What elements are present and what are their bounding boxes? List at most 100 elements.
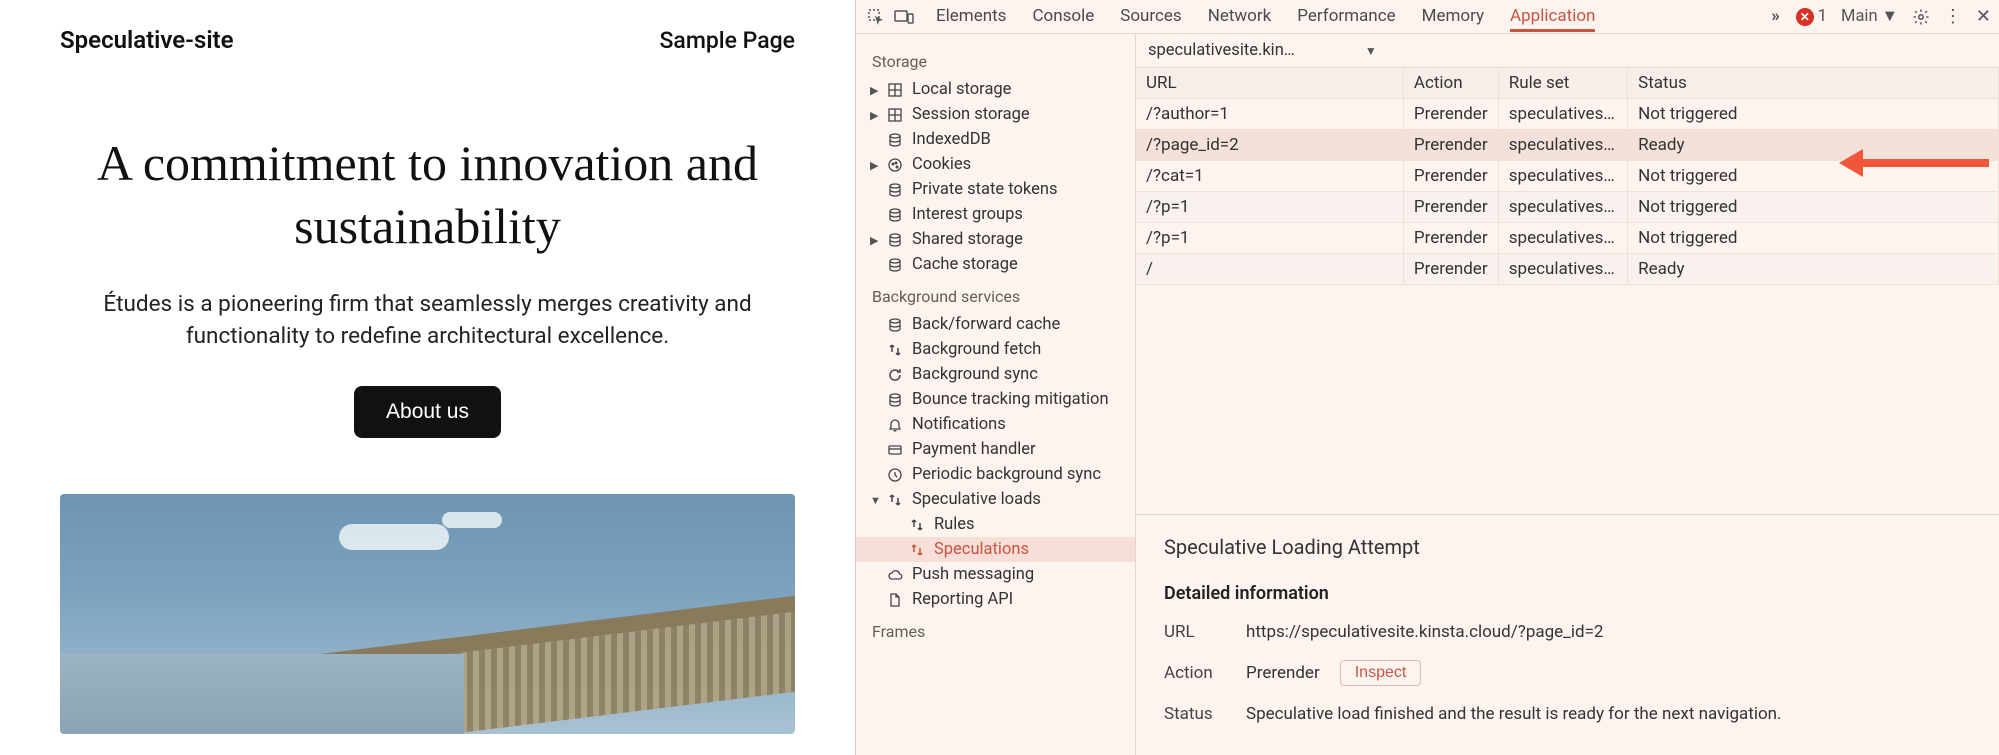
- detail-url-label: URL: [1164, 622, 1226, 642]
- swap-icon: [908, 542, 926, 558]
- table-row[interactable]: /?p=1Prerenderspeculativesite…Not trigge…: [1136, 223, 1999, 254]
- sidebar-item-label: Reporting API: [912, 590, 1013, 609]
- devtools-tab-console[interactable]: Console: [1032, 1, 1094, 32]
- table-cell-status: Not triggered: [1628, 161, 1999, 192]
- site-title[interactable]: Speculative-site: [60, 26, 234, 54]
- table-cell-url: /?p=1: [1136, 192, 1403, 223]
- devtools-toolbar-right: ✕ 1 Main ▼ ⋮ ✕: [1796, 6, 1991, 27]
- sidebar-item-label: Private state tokens: [912, 180, 1057, 199]
- sidebar-item-indexeddb[interactable]: IndexedDB: [856, 127, 1135, 152]
- db-icon: [886, 232, 904, 248]
- sidebar-item-label: Periodic background sync: [912, 465, 1101, 484]
- sidebar-item-background-sync[interactable]: Background sync: [856, 362, 1135, 387]
- sidebar-item-bounce-tracking-mitigation[interactable]: Bounce tracking mitigation: [856, 387, 1135, 412]
- devtools-tabbar: Elements Console Sources Network Performance…: [856, 0, 1999, 34]
- application-main: speculativesite.kin… ▼ URLActionRule set…: [1136, 34, 1999, 755]
- speculation-table-container: URLActionRule setStatus /?author=1Preren…: [1136, 68, 1999, 515]
- table-cell-status: Ready: [1628, 130, 1999, 161]
- sidebar-item-cookies[interactable]: ▶Cookies: [856, 152, 1135, 177]
- ruleset-dropdown[interactable]: speculativesite.kin…: [1148, 41, 1295, 60]
- nav-link-sample-page[interactable]: Sample Page: [660, 27, 796, 54]
- table-cell-url: /?page_id=2: [1136, 130, 1403, 161]
- table-header-url[interactable]: URL: [1136, 68, 1403, 99]
- grid-icon: [886, 107, 904, 123]
- sidebar-item-label: IndexedDB: [912, 130, 991, 149]
- sidebar-item-periodic-background-sync[interactable]: Periodic background sync: [856, 462, 1135, 487]
- sidebar-item-private-state-tokens[interactable]: Private state tokens: [856, 177, 1135, 202]
- sidebar-item-label: Rules: [934, 515, 975, 534]
- about-us-button[interactable]: About us: [354, 386, 501, 438]
- sidebar-item-label: Payment handler: [912, 440, 1036, 459]
- devtools-tab-sources[interactable]: Sources: [1120, 1, 1181, 32]
- settings-icon[interactable]: [1912, 8, 1930, 26]
- table-header-action[interactable]: Action: [1403, 68, 1498, 99]
- sidebar-item-payment-handler[interactable]: Payment handler: [856, 437, 1135, 462]
- sidebar-item-shared-storage[interactable]: ▶Shared storage: [856, 227, 1135, 252]
- cookie-icon: [886, 157, 904, 173]
- hero-section: A commitment to innovation and sustainab…: [0, 72, 855, 438]
- table-cell-action: Prerender: [1403, 223, 1498, 254]
- devtools-tab-network[interactable]: Network: [1208, 1, 1272, 32]
- sidebar-item-back-forward-cache[interactable]: Back/forward cache: [856, 312, 1135, 337]
- sidebar-item-local-storage[interactable]: ▶Local storage: [856, 77, 1135, 102]
- sidebar-item-session-storage[interactable]: ▶Session storage: [856, 102, 1135, 127]
- detail-action-value: Prerender: [1246, 663, 1320, 683]
- bell-icon: [886, 417, 904, 433]
- sidebar-item-reporting-api[interactable]: Reporting API: [856, 587, 1135, 612]
- devtools-tab-elements[interactable]: Elements: [936, 1, 1006, 32]
- chevron-down-icon: ▼: [1882, 7, 1898, 26]
- sidebar-item-label: Cache storage: [912, 255, 1018, 274]
- db-icon: [886, 182, 904, 198]
- detail-section-heading: Detailed information: [1164, 583, 1971, 604]
- more-tabs-icon[interactable]: »: [1771, 1, 1780, 32]
- inspect-button[interactable]: Inspect: [1340, 660, 1422, 686]
- table-cell-action: Prerender: [1403, 161, 1498, 192]
- hero-heading: A commitment to innovation and sustainab…: [60, 132, 795, 257]
- sidebar-item-speculative-loads[interactable]: ▼Speculative loads: [856, 487, 1135, 512]
- building-illustration: [60, 654, 464, 734]
- sidebar-item-notifications[interactable]: Notifications: [856, 412, 1135, 437]
- db-icon: [886, 132, 904, 148]
- grid-icon: [886, 82, 904, 98]
- table-row[interactable]: /Prerenderspeculativesite…Ready: [1136, 254, 1999, 285]
- detail-url-value: https://speculativesite.kinsta.cloud/?pa…: [1246, 622, 1603, 642]
- sidebar-item-background-fetch[interactable]: Background fetch: [856, 337, 1135, 362]
- errors-badge[interactable]: ✕ 1: [1796, 7, 1827, 26]
- table-row[interactable]: /?cat=1Prerenderspeculativesite…Not trig…: [1136, 161, 1999, 192]
- devtools-tab-list: Elements Console Sources Network Performance…: [936, 1, 1767, 32]
- frame-selector[interactable]: Main ▼: [1841, 7, 1898, 26]
- sidebar-item-rules[interactable]: Rules: [856, 512, 1135, 537]
- sidebar-item-label: Background fetch: [912, 340, 1041, 359]
- sidebar-item-cache-storage[interactable]: Cache storage: [856, 252, 1135, 277]
- sidebar-item-push-messaging[interactable]: Push messaging: [856, 562, 1135, 587]
- sync-icon: [886, 367, 904, 383]
- error-dot-icon: ✕: [1796, 8, 1814, 26]
- hero-subtitle: Études is a pioneering firm that seamles…: [78, 289, 778, 352]
- table-header-status[interactable]: Status: [1628, 68, 1999, 99]
- sidebar-item-speculations[interactable]: Speculations: [856, 537, 1135, 562]
- device-toolbar-icon[interactable]: [892, 5, 916, 29]
- devtools-tab-application[interactable]: Application: [1510, 1, 1595, 32]
- devtools-tab-performance[interactable]: Performance: [1297, 1, 1395, 32]
- detail-action-label: Action: [1164, 663, 1226, 683]
- swap-icon: [886, 342, 904, 358]
- sidebar-item-interest-groups[interactable]: Interest groups: [856, 202, 1135, 227]
- devtools-tab-memory[interactable]: Memory: [1422, 1, 1484, 32]
- table-row[interactable]: /?p=1Prerenderspeculativesite…Not trigge…: [1136, 192, 1999, 223]
- table-cell-url: /?author=1: [1136, 99, 1403, 130]
- table-cell-status: Ready: [1628, 254, 1999, 285]
- close-icon[interactable]: ✕: [1976, 6, 1991, 27]
- table-cell-status: Not triggered: [1628, 99, 1999, 130]
- table-row[interactable]: /?author=1Prerenderspeculativesite…Not t…: [1136, 99, 1999, 130]
- table-row[interactable]: /?page_id=2Prerenderspeculativesite…Read…: [1136, 130, 1999, 161]
- table-cell-action: Prerender: [1403, 192, 1498, 223]
- table-cell-status: Not triggered: [1628, 223, 1999, 254]
- sidebar-section-frames: Frames: [856, 612, 1135, 647]
- sidebar-item-label: Background sync: [912, 365, 1038, 384]
- kebab-menu-icon[interactable]: ⋮: [1944, 6, 1962, 27]
- table-cell-ruleset: speculativesite…: [1498, 161, 1627, 192]
- inspect-element-icon[interactable]: [864, 5, 888, 29]
- table-header-rule-set[interactable]: Rule set: [1498, 68, 1627, 99]
- db-icon: [886, 392, 904, 408]
- table-cell-action: Prerender: [1403, 130, 1498, 161]
